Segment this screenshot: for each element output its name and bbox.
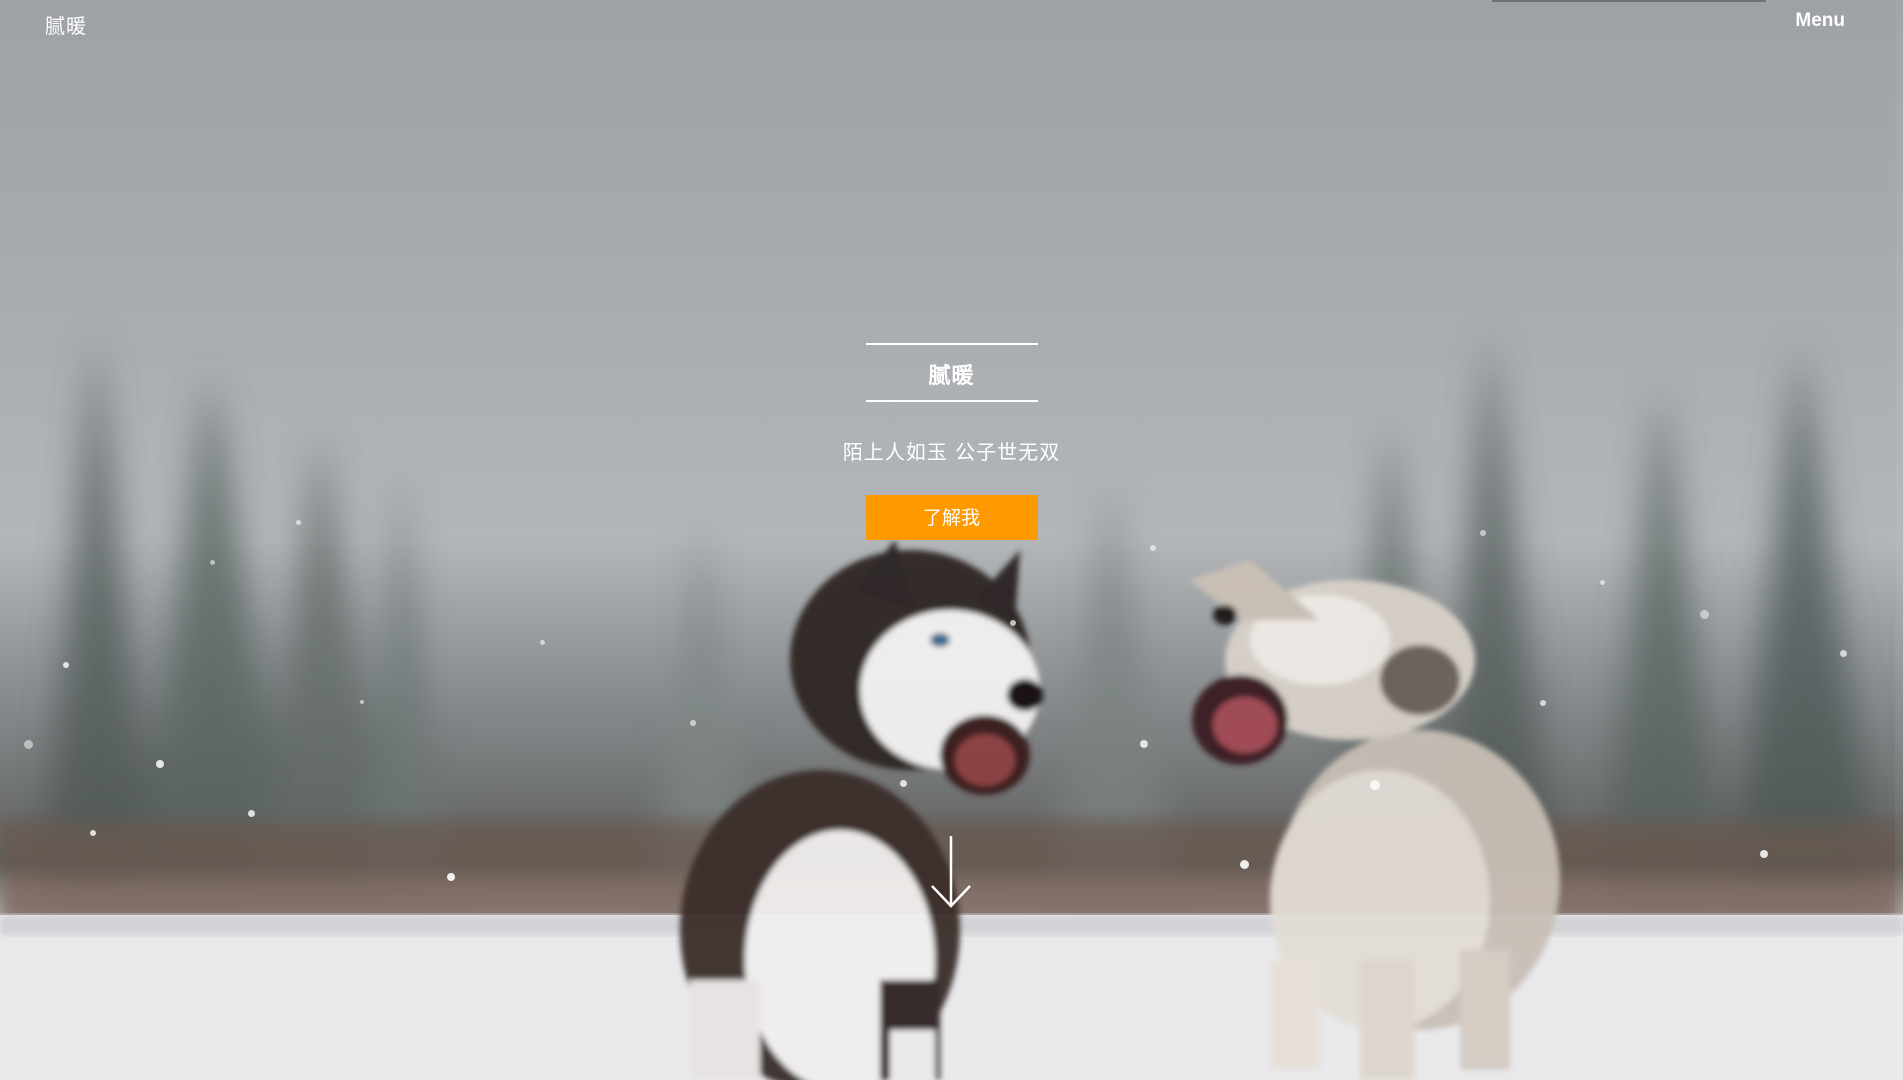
menu-button[interactable]: Menu (1795, 10, 1845, 32)
hero-title: 腻暖 (928, 364, 975, 389)
snowflake (360, 700, 364, 704)
about-me-button[interactable]: 了解我 (865, 495, 1038, 540)
hero-subtitle: 陌上人如玉 公子世无双 (842, 440, 1061, 464)
snowflake (210, 560, 215, 565)
snowflake (1240, 860, 1249, 869)
snowflake (1010, 620, 1016, 626)
snowflake (1540, 700, 1546, 706)
snowflake (1150, 545, 1156, 551)
snowflake (1140, 740, 1148, 748)
hero-title-frame: 腻暖 (865, 343, 1038, 402)
snowflake (1840, 650, 1847, 657)
snowflake (900, 780, 907, 787)
snowflake (156, 760, 164, 768)
arrow-down-icon (931, 836, 971, 908)
snowflake (63, 662, 69, 668)
snowflake (690, 720, 696, 726)
top-edge-tab (1492, 0, 1766, 2)
snowflake (1370, 780, 1380, 790)
snowflake (1600, 580, 1605, 585)
snowflake (540, 640, 545, 645)
hero-stage: 腻暖 Menu 腻暖 陌上人如玉 公子世无双 了解我 (0, 0, 1903, 1080)
snowflake (1760, 850, 1768, 858)
snowflake (447, 873, 455, 881)
snowflake (90, 830, 96, 836)
page-scrollbar[interactable] (1895, 0, 1903, 1080)
snowflake (24, 740, 33, 749)
snowflake (1700, 610, 1709, 619)
scroll-down-arrow[interactable] (926, 834, 976, 910)
site-logo[interactable]: 腻暖 (45, 10, 87, 39)
hero-content: 腻暖 陌上人如玉 公子世无双 了解我 (0, 343, 1903, 540)
snowflake (248, 810, 255, 817)
